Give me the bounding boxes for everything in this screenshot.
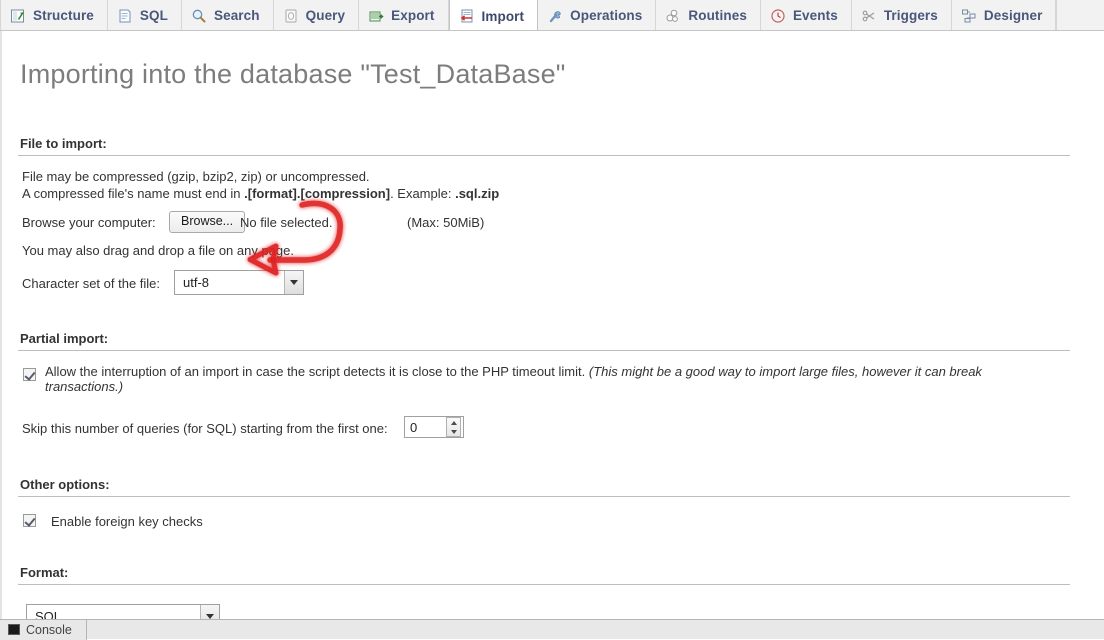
browse-your-computer-label: Browse your computer: — [22, 215, 156, 230]
sql-icon — [117, 8, 133, 24]
search-icon — [191, 8, 207, 24]
partial-import-divider — [18, 350, 1070, 351]
chevron-down-icon[interactable] — [284, 271, 303, 294]
allow-interruption-text: Allow the interruption of an import in c… — [45, 364, 585, 379]
clock-icon — [770, 8, 786, 24]
charset-select-value: utf-8 — [175, 271, 284, 294]
compression-info-line2-pre: A compressed file's name must end in — [22, 186, 244, 201]
routines-icon — [665, 8, 681, 24]
tab-designer[interactable]: Designer — [952, 0, 1057, 31]
stepper-down-icon[interactable] — [447, 427, 460, 436]
file-to-import-legend: File to import: — [20, 136, 107, 155]
tab-import-label: Import — [482, 9, 525, 24]
tab-routines[interactable]: Routines — [656, 0, 761, 31]
skip-queries-label: Skip this number of queries (for SQL) st… — [22, 421, 388, 436]
compression-info-line1: File may be compressed (gzip, bzip2, zip… — [22, 169, 370, 184]
allow-interruption-note2: transactions.) — [45, 379, 123, 394]
other-options-legend: Other options: — [20, 477, 110, 496]
tab-sql[interactable]: SQL — [108, 0, 182, 31]
skip-queries-stepper[interactable] — [446, 417, 461, 437]
tab-designer-label: Designer — [984, 8, 1043, 23]
console-icon — [8, 624, 20, 635]
annotation-arrow — [240, 191, 360, 281]
tab-bar-filler — [1056, 0, 1104, 31]
partial-import-legend: Partial import: — [20, 331, 108, 350]
selected-file-status: No file selected. — [240, 215, 333, 230]
foreign-key-checks-checkbox[interactable] — [23, 514, 36, 527]
compression-info-format-token: .[format].[compression] — [244, 186, 390, 201]
other-options-divider — [18, 496, 1070, 497]
tab-operations-label: Operations — [570, 8, 642, 23]
tab-triggers-label: Triggers — [884, 8, 938, 23]
compression-info-example-token: .sql.zip — [455, 186, 499, 201]
tab-export[interactable]: Export — [359, 0, 448, 31]
format-divider — [18, 584, 1070, 585]
console-toggle[interactable]: Console — [0, 620, 87, 640]
tab-export-label: Export — [391, 8, 434, 23]
console-label: Console — [26, 623, 72, 637]
format-legend: Format: — [20, 565, 68, 584]
import-page: Importing into the database "Test_DataBa… — [0, 31, 1104, 639]
stepper-up-icon[interactable] — [447, 418, 460, 427]
import-icon — [459, 8, 475, 24]
file-to-import-divider — [18, 155, 1070, 156]
charset-label: Character set of the file: — [22, 276, 160, 291]
max-upload-size: (Max: 50MiB) — [407, 215, 484, 230]
wrench-icon — [547, 8, 563, 24]
triggers-icon — [861, 8, 877, 24]
tab-triggers[interactable]: Triggers — [852, 0, 952, 31]
export-icon — [368, 8, 384, 24]
tab-query[interactable]: Query — [274, 0, 360, 31]
structure-icon — [10, 8, 26, 24]
tab-events[interactable]: Events — [761, 0, 852, 31]
compression-info-line2: A compressed file's name must end in .[f… — [22, 186, 499, 201]
allow-interruption-note: (This might be a good way to import larg… — [589, 364, 982, 379]
tab-structure-label: Structure — [33, 8, 94, 23]
tab-structure[interactable]: Structure — [0, 0, 108, 31]
compression-info-line2-mid: . Example: — [390, 186, 455, 201]
drag-and-drop-hint: You may also drag and drop a file on any… — [22, 243, 294, 258]
page-title: Importing into the database "Test_DataBa… — [20, 59, 566, 90]
tab-operations[interactable]: Operations — [538, 0, 656, 31]
foreign-key-checks-label: Enable foreign key checks — [51, 514, 203, 529]
skip-queries-input[interactable]: 0 — [404, 416, 464, 438]
allow-interruption-label: Allow the interruption of an import in c… — [45, 364, 1030, 394]
tab-import[interactable]: Import — [449, 0, 539, 31]
tab-search[interactable]: Search — [182, 0, 274, 31]
tab-routines-label: Routines — [688, 8, 747, 23]
designer-icon — [961, 8, 977, 24]
charset-select[interactable]: utf-8 — [174, 270, 304, 295]
main-tab-bar: Structure SQL Search Query Export — [0, 0, 1104, 31]
console-bar[interactable]: Console — [0, 619, 1104, 639]
tab-sql-label: SQL — [140, 8, 168, 23]
tab-query-label: Query — [306, 8, 346, 23]
allow-interruption-checkbox[interactable] — [23, 368, 36, 381]
tab-events-label: Events — [793, 8, 838, 23]
query-icon — [283, 8, 299, 24]
skip-queries-value: 0 — [405, 420, 446, 435]
tab-search-label: Search — [214, 8, 260, 23]
browse-button[interactable]: Browse... — [169, 211, 245, 233]
